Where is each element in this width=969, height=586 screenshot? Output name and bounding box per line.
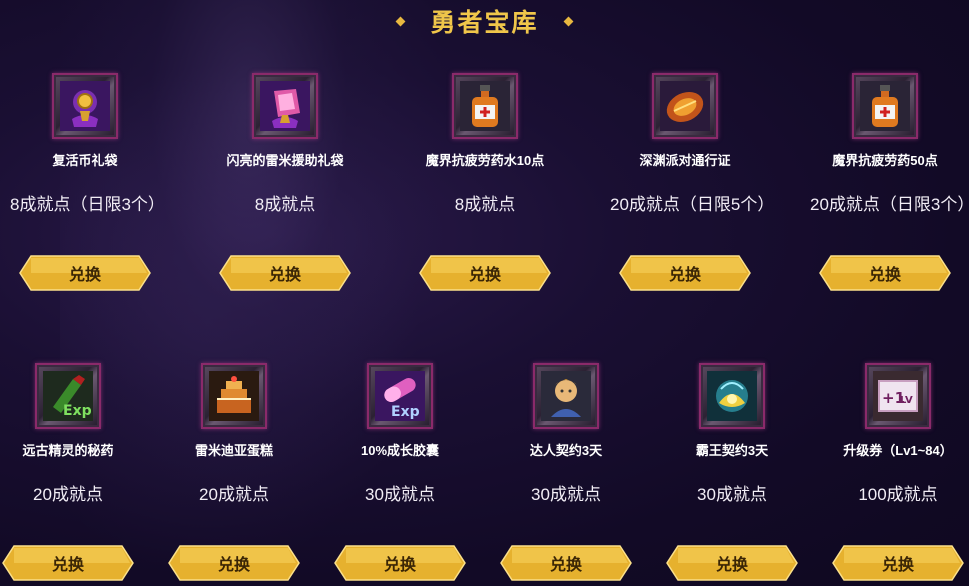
shop-item-7: 雷米迪亚蛋糕 20成就点 [159, 363, 309, 506]
overlord-contract-icon [707, 371, 757, 421]
item-frame[interactable] [533, 363, 599, 429]
item-frame[interactable]: +1 LV [865, 363, 931, 429]
shop-item-9: 达人契约3天 30成就点 [491, 363, 641, 506]
item-frame[interactable] [699, 363, 765, 429]
svg-text:Exp: Exp [391, 404, 420, 420]
item-name: 深渊派对通行证 [639, 153, 731, 168]
item-name: 雷米迪亚蛋糕 [194, 443, 273, 458]
exchange-button[interactable]: 兑换 [619, 255, 751, 291]
exchange-label: 兑换 [217, 557, 250, 574]
item-name: 闪亮的雷米援助礼袋 [226, 153, 344, 168]
title-left-diamond-icon [396, 16, 406, 26]
exchange-label: 兑换 [68, 267, 101, 284]
item-cost: 100成就点 [858, 485, 938, 504]
exchange-button[interactable]: 兑换 [666, 545, 798, 581]
item-cost: 30成就点 [697, 485, 767, 504]
item-frame[interactable] [201, 363, 267, 429]
cake-icon [209, 371, 259, 421]
item-cost: 20成就点（日限5个） [610, 195, 775, 214]
svg-text:LV: LV [900, 395, 913, 406]
exchange-label: 兑换 [868, 267, 901, 284]
item-cost: 30成就点 [531, 485, 601, 504]
item-frame[interactable]: Exp [367, 363, 433, 429]
title-text: 勇者宝库 [430, 9, 539, 37]
shop-item-4: 深渊派对通行证 20成就点（日限5个） [610, 73, 775, 216]
exchange-label: 兑换 [468, 267, 501, 284]
shop-item-6: Exp 远古精灵的秘药 20成就点 [0, 363, 143, 506]
potion-bottle-icon [860, 81, 910, 131]
item-cost: 30成就点 [365, 485, 435, 504]
exchange-button[interactable]: 兑换 [219, 255, 351, 291]
exp-potion-icon: Exp [43, 371, 93, 421]
shop-item-2: 闪亮的雷米援助礼袋 8成就点 [210, 73, 360, 216]
exchange-label: 兑换 [549, 557, 582, 574]
item-name: 升级券（Lv1~84） [843, 443, 953, 458]
item-cost: 8成就点 [254, 195, 316, 214]
item-name: 远古精灵的秘药 [22, 443, 114, 458]
item-name: 魔界抗疲劳药水10点 [425, 153, 545, 168]
exchange-button[interactable]: 兑换 [819, 255, 951, 291]
item-name: 霸王契约3天 [695, 443, 769, 458]
shop-item-8: Exp 10%成长胶囊 30成就点 [325, 363, 475, 506]
exchange-button[interactable]: 兑换 [419, 255, 551, 291]
pink-gift-pouch-icon [260, 81, 310, 131]
item-cost: 8成就点 [454, 195, 516, 214]
item-frame[interactable] [452, 73, 518, 139]
shop-item-1: 复活币礼袋 8成就点（日限3个） [10, 73, 165, 216]
shop-item-3: 魔界抗疲劳药水10点 8成就点 [410, 73, 560, 216]
potion-bottle-icon [460, 81, 510, 131]
level-up-ticket-icon: +1 LV [873, 371, 923, 421]
item-cost: 20成就点（日限3个） [810, 195, 969, 214]
item-frame[interactable] [852, 73, 918, 139]
exchange-label: 兑换 [881, 557, 914, 574]
exchange-button[interactable]: 兑换 [19, 255, 151, 291]
item-frame[interactable]: Exp [35, 363, 101, 429]
exchange-button[interactable]: 兑换 [2, 545, 134, 581]
item-name: 达人契约3天 [529, 443, 603, 458]
item-cost: 20成就点 [199, 485, 269, 504]
exchange-label: 兑换 [51, 557, 84, 574]
item-frame[interactable] [652, 73, 718, 139]
item-frame[interactable] [52, 73, 118, 139]
item-name: 10%成长胶囊 [360, 443, 440, 458]
item-cost: 20成就点 [33, 485, 103, 504]
shop-item-5: 魔界抗疲劳药50点 20成就点（日限3个） [810, 73, 969, 216]
item-frame[interactable] [252, 73, 318, 139]
exchange-label: 兑换 [668, 267, 701, 284]
page-title: 勇者宝库 [0, 4, 969, 38]
item-name: 魔界抗疲劳药50点 [832, 153, 938, 168]
exchange-label: 兑换 [715, 557, 748, 574]
exchange-button[interactable]: 兑换 [500, 545, 632, 581]
abyss-pass-icon [660, 81, 710, 131]
exp-capsule-icon: Exp [375, 371, 425, 421]
exchange-button[interactable]: 兑换 [168, 545, 300, 581]
exchange-label: 兑换 [268, 267, 301, 284]
item-name: 复活币礼袋 [52, 153, 118, 168]
master-contract-icon [541, 371, 591, 421]
exchange-label: 兑换 [383, 557, 416, 574]
title-right-diamond-icon [563, 16, 573, 26]
svg-text:Exp: Exp [63, 403, 92, 419]
exchange-button[interactable]: 兑换 [832, 545, 964, 581]
coin-pouch-icon [60, 81, 110, 131]
shop-item-10: 霸王契约3天 30成就点 [657, 363, 807, 506]
exchange-button[interactable]: 兑换 [334, 545, 466, 581]
item-cost: 8成就点（日限3个） [10, 195, 165, 214]
shop-item-11: +1 LV 升级券（Lv1~84） 100成就点 [823, 363, 969, 506]
